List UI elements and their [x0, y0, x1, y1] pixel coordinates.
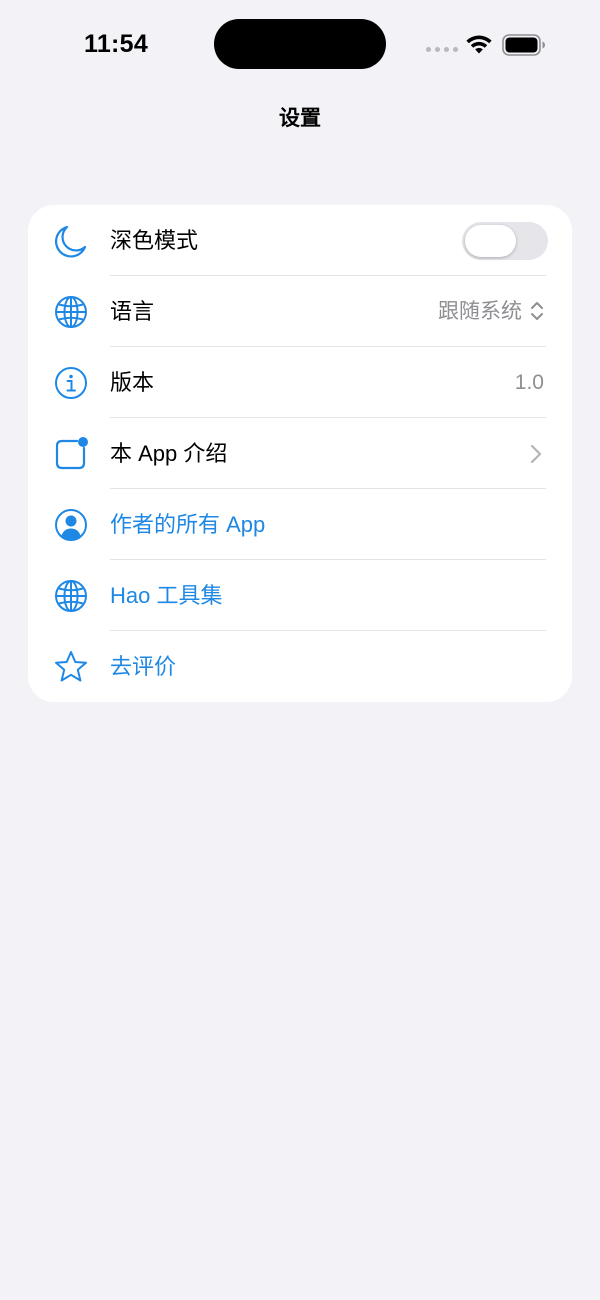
setting-row-hao-tools[interactable]: Hao 工具集	[28, 560, 572, 631]
app-badge-icon	[52, 435, 90, 473]
setting-row-version: 版本 1.0	[28, 347, 572, 418]
person-circle-icon	[52, 506, 90, 544]
globe-icon	[52, 577, 90, 615]
dark-mode-toggle[interactable]	[462, 222, 548, 260]
setting-label-dark-mode: 深色模式	[110, 228, 199, 253]
settings-list: 深色模式 语言 跟随系统 版本 1.0 本 App 介绍 作者的所有 App H…	[28, 205, 572, 702]
info-icon	[52, 364, 90, 402]
setting-label-app-intro: 本 App 介绍	[110, 441, 228, 466]
chevron-up-down-icon	[531, 302, 543, 320]
author-apps-link[interactable]: 作者的所有 App	[110, 489, 265, 560]
settings-screen: 11:54 设置 深色模式 语言 跟随系统 版本 1.0 本 App 介绍 作者…	[0, 0, 600, 1300]
toggle-knob	[465, 225, 516, 257]
battery-icon	[502, 34, 545, 56]
chevron-right-icon	[530, 444, 542, 464]
rate-link[interactable]: 去评价	[110, 631, 176, 702]
setting-label-version: 版本	[110, 370, 155, 395]
wifi-icon	[466, 35, 492, 54]
setting-row-app-intro[interactable]: 本 App 介绍	[28, 418, 572, 489]
cellular-signal-icon	[426, 47, 458, 52]
setting-row-rate[interactable]: 去评价	[28, 631, 572, 702]
hao-tools-link[interactable]: Hao 工具集	[110, 560, 222, 631]
version-value: 1.0	[514, 371, 544, 394]
star-icon	[52, 648, 90, 686]
setting-label-language: 语言	[110, 299, 155, 324]
globe-icon	[52, 293, 90, 331]
language-value[interactable]: 跟随系统	[438, 276, 522, 347]
setting-row-author-apps[interactable]: 作者的所有 App	[28, 489, 572, 560]
setting-row-dark-mode: 深色模式	[28, 205, 572, 276]
moon-icon	[52, 222, 90, 260]
page-title: 设置	[279, 107, 321, 130]
setting-row-language[interactable]: 语言 跟随系统	[28, 276, 572, 347]
status-time: 11:54	[84, 30, 149, 58]
dynamic-island	[214, 19, 386, 69]
